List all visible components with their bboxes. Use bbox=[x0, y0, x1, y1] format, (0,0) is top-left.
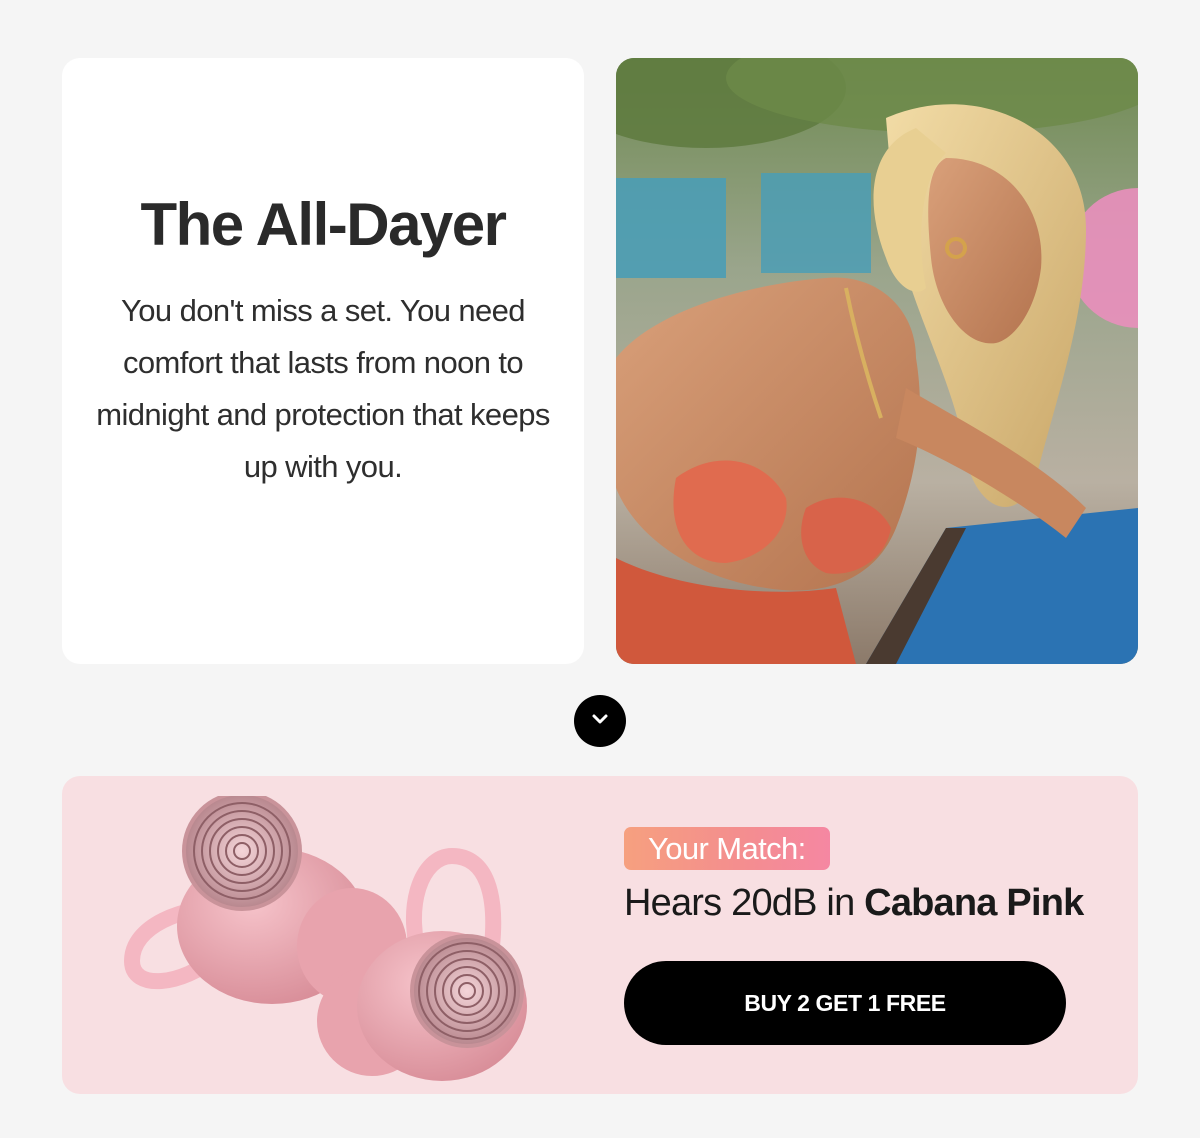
chevron-down-icon bbox=[588, 707, 612, 736]
intro-card: The All-Dayer You don't miss a set. You … bbox=[62, 58, 584, 664]
lifestyle-photo bbox=[616, 58, 1138, 664]
intro-title: The All-Dayer bbox=[140, 190, 507, 258]
match-badge: Your Match: bbox=[624, 827, 830, 870]
buy-button[interactable]: BUY 2 GET 1 FREE bbox=[624, 961, 1066, 1045]
match-headline: Hears 20dB in Cabana Pink bbox=[624, 882, 1084, 925]
match-product-name: Cabana Pink bbox=[864, 882, 1084, 924]
scroll-down-button[interactable] bbox=[574, 695, 626, 747]
match-prefix: Hears 20dB in bbox=[624, 882, 865, 924]
match-card: Your Match: Hears 20dB in Cabana Pink BU… bbox=[62, 776, 1138, 1094]
intro-body: You don't miss a set. You need comfort t… bbox=[96, 292, 550, 484]
earbuds-image bbox=[122, 791, 562, 1086]
